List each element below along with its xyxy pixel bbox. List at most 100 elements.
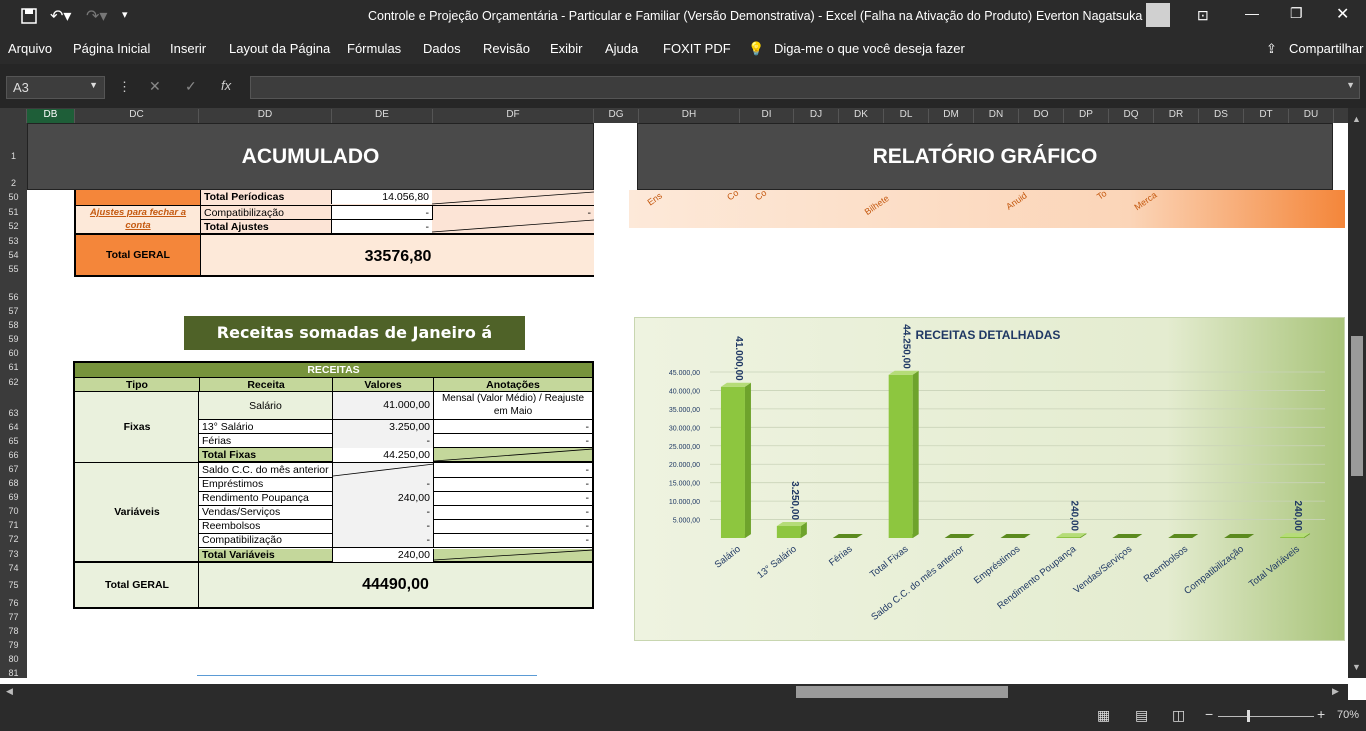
row-header[interactable]: 78 xyxy=(0,626,27,636)
customize-toolbar-icon[interactable]: ▾ xyxy=(122,8,128,21)
row-header[interactable]: 70 xyxy=(0,506,27,516)
chart-bar[interactable] xyxy=(832,534,863,538)
row-header[interactable]: 55 xyxy=(0,264,27,274)
receita-value[interactable]: 3.250,00 xyxy=(332,420,433,434)
row-header[interactable]: 50 xyxy=(0,192,27,202)
receita-note[interactable]: - xyxy=(433,505,592,520)
receita-value[interactable]: - xyxy=(332,477,433,492)
zoom-level[interactable]: 70% xyxy=(1337,709,1359,721)
chart-bar[interactable] xyxy=(1056,533,1087,538)
save-icon[interactable] xyxy=(21,8,37,24)
row-header[interactable]: 79 xyxy=(0,640,27,650)
row-header[interactable]: 53 xyxy=(0,236,27,246)
receita-note[interactable]: - xyxy=(433,519,592,534)
restore-icon[interactable]: ❐ xyxy=(1290,5,1303,22)
chart-bar[interactable] xyxy=(1112,534,1143,538)
share-button[interactable]: Compartilhar xyxy=(1289,41,1363,56)
col-header[interactable]: DK xyxy=(839,109,884,123)
receita-value[interactable]: - xyxy=(332,519,433,534)
normal-view-icon[interactable]: ▦ xyxy=(1097,707,1110,724)
row-header[interactable]: 2 xyxy=(0,178,27,188)
redo-icon[interactable]: ↷▾ xyxy=(86,6,107,26)
receita-note[interactable]: - xyxy=(433,533,592,548)
tell-me-search[interactable]: Diga-me o que você deseja fazer xyxy=(774,41,965,56)
col-header[interactable]: DN xyxy=(974,109,1019,123)
row-header[interactable]: 76 xyxy=(0,598,27,608)
col-header[interactable]: DS xyxy=(1199,109,1244,123)
tab-exibir[interactable]: Exibir xyxy=(550,41,583,56)
row-header[interactable]: 51 xyxy=(0,207,27,217)
page-layout-icon[interactable]: ▤ xyxy=(1135,707,1148,724)
row-header[interactable]: 68 xyxy=(0,478,27,488)
receita-value[interactable]: - xyxy=(332,505,433,520)
chart-bar[interactable] xyxy=(1224,534,1255,538)
scroll-right-icon[interactable]: ▶ xyxy=(1332,686,1339,697)
tab-inserir[interactable]: Inserir xyxy=(170,41,206,56)
tab-pagina-inicial[interactable]: Página Inicial xyxy=(73,41,150,56)
chart-bar[interactable] xyxy=(944,534,975,538)
horizontal-scrollbar[interactable]: ◀ ▶ xyxy=(0,684,1348,700)
total-fixas-value[interactable]: 44.250,00 xyxy=(332,448,433,462)
chart-bar[interactable] xyxy=(1168,534,1199,538)
user-name[interactable]: Everton Nagatsuka xyxy=(1036,9,1142,23)
col-header[interactable]: DM xyxy=(929,109,974,123)
row-header[interactable]: 59 xyxy=(0,334,27,344)
col-header[interactable]: DJ xyxy=(794,109,839,123)
compat-value[interactable]: - xyxy=(331,205,432,220)
expand-icon[interactable]: ▼ xyxy=(1346,80,1355,90)
total-ajustes-value[interactable]: - xyxy=(331,219,432,234)
row-header[interactable]: 64 xyxy=(0,422,27,432)
row-header[interactable]: 54 xyxy=(0,250,27,260)
tab-foxit[interactable]: FOXIT PDF xyxy=(663,41,731,56)
zoom-slider-thumb[interactable] xyxy=(1247,710,1250,722)
close-icon[interactable]: ✕ xyxy=(1336,4,1349,24)
total-geral-value[interactable]: 33576,80 xyxy=(201,248,595,266)
receitas-chart[interactable]: RECEITAS DETALHADAS 5.000,00 10.000,00 15.… xyxy=(634,317,1345,641)
row-header[interactable]: 63 xyxy=(0,408,27,418)
avatar[interactable] xyxy=(1146,3,1170,27)
page-break-icon[interactable]: ◫ xyxy=(1172,707,1185,724)
ribbon-display-icon[interactable]: ⊡ xyxy=(1197,7,1209,24)
chart-bar[interactable] xyxy=(1000,534,1031,538)
col-header[interactable]: DH xyxy=(639,109,740,123)
row-header[interactable]: 57 xyxy=(0,306,27,316)
row-header[interactable]: 72 xyxy=(0,534,27,544)
row-header[interactable]: 65 xyxy=(0,436,27,446)
col-header[interactable]: DD xyxy=(199,109,332,123)
select-all-corner[interactable] xyxy=(0,109,27,123)
zoom-slider[interactable] xyxy=(1218,716,1314,717)
worksheet-grid[interactable]: ACUMULADO RELATÓRIO GRÁFICO Ajustes para… xyxy=(27,123,1345,678)
receita-note[interactable]: Mensal (Valor Médio) / Reajuste em Maio xyxy=(433,392,592,419)
prev-chart-fragment[interactable]: Ens Co Co Bilhete Anuid To Merca xyxy=(629,188,1345,228)
receita-value[interactable]: 41.000,00 xyxy=(332,392,433,419)
row-header[interactable]: 75 xyxy=(0,580,27,590)
formula-input[interactable]: ▼ xyxy=(250,76,1360,99)
scroll-up-icon[interactable]: ▲ xyxy=(1352,114,1361,124)
zoom-in-icon[interactable]: + xyxy=(1317,706,1325,722)
col-header[interactable]: DB xyxy=(27,109,75,123)
zoom-out-icon[interactable]: − xyxy=(1205,706,1213,722)
receita-note[interactable]: - xyxy=(433,477,592,492)
col-header[interactable]: DO xyxy=(1019,109,1064,123)
chart-bar[interactable] xyxy=(720,382,751,538)
scroll-left-icon[interactable]: ◀ xyxy=(6,686,13,697)
receita-note[interactable]: - xyxy=(433,491,592,506)
col-header[interactable]: DC xyxy=(75,109,199,123)
total-geral-value[interactable]: 44490,00 xyxy=(199,576,592,594)
col-header[interactable]: DQ xyxy=(1109,109,1154,123)
row-header[interactable]: 56 xyxy=(0,292,27,302)
col-header[interactable]: DF xyxy=(433,109,594,123)
receita-value[interactable]: - xyxy=(332,434,433,448)
receita-value[interactable]: 240,00 xyxy=(332,491,433,506)
row-header[interactable]: 61 xyxy=(0,362,27,372)
col-header[interactable]: DG xyxy=(594,109,639,123)
chart-bar[interactable] xyxy=(888,370,919,538)
row-header[interactable]: 73 xyxy=(0,549,27,559)
receita-note[interactable]: - xyxy=(433,434,592,448)
col-header[interactable]: DP xyxy=(1064,109,1109,123)
row-header[interactable]: 60 xyxy=(0,348,27,358)
col-header[interactable]: DL xyxy=(884,109,929,123)
row-header[interactable]: 66 xyxy=(0,450,27,460)
minimize-icon[interactable]: — xyxy=(1245,5,1259,21)
tab-layout[interactable]: Layout da Página xyxy=(229,41,330,56)
